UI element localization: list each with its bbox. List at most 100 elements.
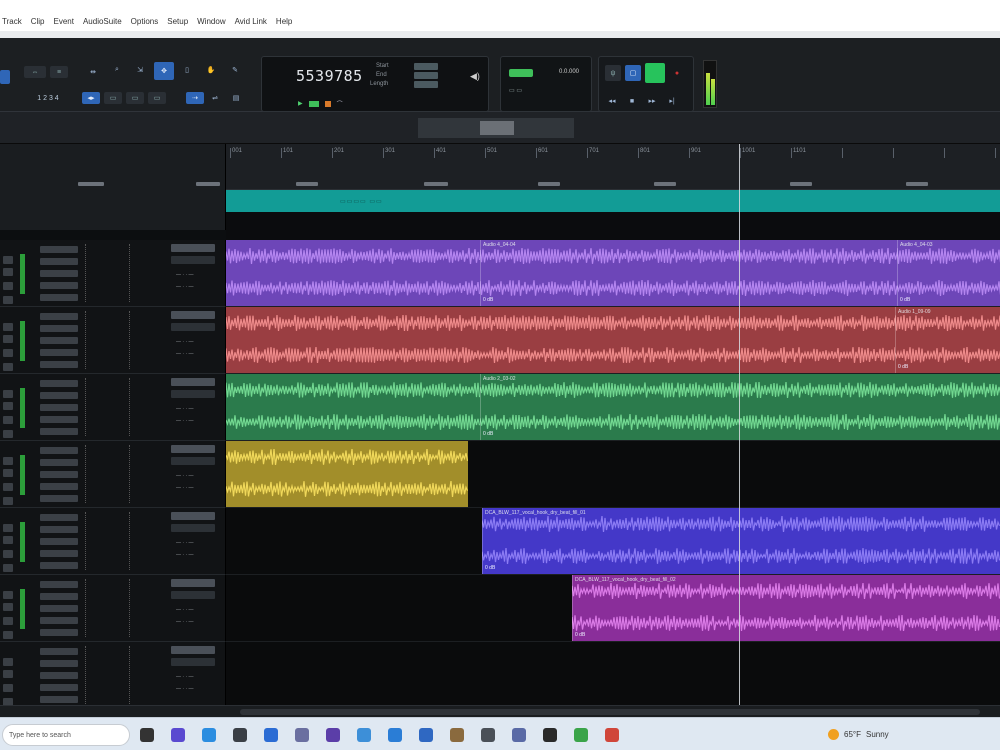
menu-avid-link[interactable]: Avid Link bbox=[235, 17, 267, 26]
volume-pan-readout[interactable]: — · · — bbox=[176, 272, 194, 278]
edge-icon[interactable] bbox=[202, 728, 216, 742]
io-input-selector[interactable] bbox=[171, 378, 215, 386]
insert-icon[interactable]: ▤ bbox=[230, 92, 242, 104]
marker[interactable] bbox=[78, 182, 104, 186]
clip-gain[interactable]: 0 dB bbox=[483, 297, 493, 303]
edit-mode-shuffle[interactable]: ◂▸ bbox=[82, 92, 100, 104]
insert-slot[interactable] bbox=[40, 562, 78, 569]
weather-widget[interactable]: 65°F Sunny bbox=[828, 729, 889, 740]
insert-slot[interactable] bbox=[40, 270, 78, 277]
play-button[interactable] bbox=[645, 63, 665, 83]
insert-slot[interactable] bbox=[40, 660, 78, 667]
track-lane[interactable]: Audio 1_09-09 0 dB bbox=[226, 307, 1000, 374]
insert-slot[interactable] bbox=[40, 617, 78, 624]
insert-slot[interactable] bbox=[40, 361, 78, 368]
track-lane[interactable]: DCA_BLW_117_vocal_hook_dry_beat_fill_02 0… bbox=[226, 575, 1000, 642]
menu-event[interactable]: Event bbox=[53, 17, 73, 26]
audio-clip[interactable] bbox=[226, 441, 468, 507]
track-button[interactable] bbox=[3, 617, 13, 625]
app2-icon[interactable] bbox=[512, 728, 526, 742]
taskbar-search[interactable]: Type here to search bbox=[2, 724, 130, 746]
track-button[interactable] bbox=[3, 256, 13, 264]
track-lane[interactable]: DCA_BLW_117_vocal_hook_dry_beat_fill_01 0… bbox=[226, 508, 1000, 575]
insert-slot[interactable] bbox=[40, 404, 78, 411]
insert-slot[interactable] bbox=[40, 337, 78, 344]
insert-slot[interactable] bbox=[40, 672, 78, 679]
volume-pan-readout[interactable]: — · · — bbox=[176, 406, 194, 412]
loop-icon[interactable]: ⇌ bbox=[208, 92, 222, 104]
window-button[interactable] bbox=[0, 70, 10, 84]
insert-slot[interactable] bbox=[40, 392, 78, 399]
insert-slot[interactable] bbox=[40, 349, 78, 356]
edit-mode-grid[interactable]: ▭ bbox=[148, 92, 166, 104]
tempo-enable-toggle[interactable] bbox=[509, 69, 533, 77]
volume-pan-readout[interactable]: — · · — bbox=[176, 607, 194, 613]
track-button[interactable] bbox=[3, 684, 13, 692]
io-output-selector[interactable] bbox=[171, 658, 215, 666]
online-indicator[interactable] bbox=[308, 100, 319, 107]
browser-icon[interactable] bbox=[295, 728, 309, 742]
grid-values[interactable]: 1 2 3 4 bbox=[22, 92, 74, 104]
insert-slot[interactable] bbox=[40, 258, 78, 265]
horizontal-scrollbar[interactable] bbox=[0, 705, 1000, 717]
insert-slot[interactable] bbox=[40, 550, 78, 557]
track-button[interactable] bbox=[3, 524, 13, 532]
playhead-cursor[interactable] bbox=[739, 144, 740, 706]
track-button[interactable] bbox=[3, 603, 13, 611]
scrubber-tool-icon[interactable]: ▯ bbox=[181, 64, 193, 76]
menu-track[interactable]: Track bbox=[2, 17, 22, 26]
overview-window[interactable] bbox=[418, 118, 574, 138]
fast-forward-button[interactable]: ▸▸ bbox=[647, 95, 657, 107]
insert-slot[interactable] bbox=[40, 380, 78, 387]
notes-icon[interactable] bbox=[481, 728, 495, 742]
start-field[interactable] bbox=[414, 63, 438, 70]
track-button[interactable] bbox=[3, 658, 13, 666]
volume-pan-readout[interactable]: — · · — bbox=[176, 485, 194, 491]
insert-slot[interactable] bbox=[40, 282, 78, 289]
track-button[interactable] bbox=[3, 631, 13, 639]
volume-pan-readout[interactable]: — · · — bbox=[176, 351, 194, 357]
track-button[interactable] bbox=[3, 282, 13, 290]
track-lane[interactable] bbox=[226, 642, 1000, 709]
track-button[interactable] bbox=[3, 591, 13, 599]
photos-icon[interactable] bbox=[450, 728, 464, 742]
tempo-panel[interactable]: 0.0.000 ▭ ▭ bbox=[500, 56, 592, 112]
track-lane[interactable]: Audio 4_04-04 0 dB Audio 4_04-03 0 dB bbox=[226, 240, 1000, 307]
insert-slot[interactable] bbox=[40, 526, 78, 533]
track-button[interactable] bbox=[3, 497, 13, 505]
clip-gain[interactable]: 0 dB bbox=[900, 297, 910, 303]
task-view-icon[interactable] bbox=[140, 728, 154, 742]
io-output-selector[interactable] bbox=[171, 457, 215, 465]
loop-play-button[interactable]: ▢ bbox=[625, 65, 641, 81]
menu-help[interactable]: Help bbox=[276, 17, 292, 26]
io-output-selector[interactable] bbox=[171, 390, 215, 398]
track-button[interactable] bbox=[3, 402, 13, 410]
menu-setup[interactable]: Setup bbox=[167, 17, 188, 26]
hand-tool-icon[interactable]: ✋ bbox=[205, 64, 217, 76]
scroll-thumb[interactable] bbox=[240, 709, 980, 715]
track-button[interactable] bbox=[3, 457, 13, 465]
audio-clip[interactable]: Audio 2_03-02 0 dB bbox=[480, 374, 1000, 440]
audio-clip[interactable]: Audio 1_09-09 0 dB bbox=[895, 307, 1000, 373]
zoom-out-button[interactable]: ≡ bbox=[50, 66, 68, 78]
audio-clip[interactable]: Audio 4_04-04 0 dB bbox=[480, 240, 897, 306]
clip-boundary[interactable] bbox=[897, 240, 898, 306]
volume-pan-readout[interactable]: — · · — bbox=[176, 473, 194, 479]
clip-gain[interactable]: 0 dB bbox=[485, 565, 495, 571]
io-output-selector[interactable] bbox=[171, 323, 215, 331]
audio-clip[interactable]: Audio 4_04-03 0 dB bbox=[897, 240, 1000, 306]
clip-boundary[interactable] bbox=[480, 240, 481, 306]
app3-icon[interactable] bbox=[605, 728, 619, 742]
track-button[interactable] bbox=[3, 335, 13, 343]
file-explorer-icon[interactable] bbox=[233, 728, 247, 742]
universe-overview[interactable] bbox=[0, 112, 1000, 144]
zoom-toggle-button[interactable]: ⇔ bbox=[24, 66, 46, 78]
copilot-icon[interactable] bbox=[171, 728, 185, 742]
audio-clip[interactable] bbox=[226, 307, 895, 373]
menu-audiosuite[interactable]: AudioSuite bbox=[83, 17, 122, 26]
grid-indicator-icon[interactable]: ▶ bbox=[298, 100, 303, 107]
track-button[interactable] bbox=[3, 469, 13, 477]
volume-pan-readout[interactable]: — · · — bbox=[176, 418, 194, 424]
stop-button[interactable]: ■ bbox=[627, 95, 637, 107]
arranger-track[interactable]: ▭▭▭▭ ▭▭ bbox=[226, 190, 1000, 212]
